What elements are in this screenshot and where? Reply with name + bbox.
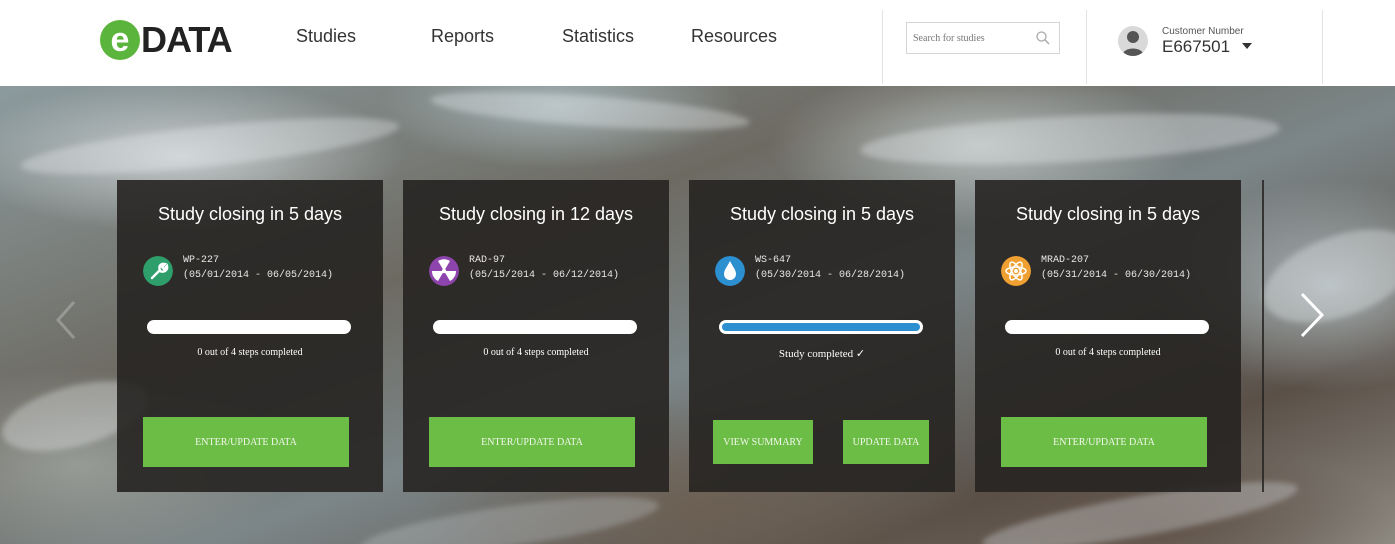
study-id: RAD-97 [469, 255, 506, 266]
enter-update-data-button[interactable]: ENTER/UPDATE DATA [1001, 417, 1207, 467]
header-divider [1086, 10, 1087, 84]
water-drop-icon [715, 256, 745, 286]
nav-resources[interactable]: Resources [691, 26, 777, 47]
study-card: Study closing in 5 days WP-227 (05/01/20… [117, 180, 383, 492]
study-id: WP-227 [183, 255, 220, 266]
search-icon[interactable] [1035, 30, 1051, 46]
progress-bar [147, 320, 351, 334]
header-divider [882, 10, 883, 84]
next-card-edge [1262, 180, 1264, 492]
edata-logo[interactable]: e DATA [100, 18, 233, 62]
caret-down-icon[interactable] [1242, 43, 1252, 49]
background-streak [18, 106, 402, 186]
progress-fill [722, 323, 920, 331]
study-dates: (05/30/2014 - 06/28/2014) [755, 270, 906, 281]
progress-bar [1005, 320, 1209, 334]
wrench-icon [143, 256, 173, 286]
carousel-prev-arrow-icon[interactable] [54, 300, 78, 340]
steps-status: 0 out of 4 steps completed [1055, 347, 1161, 358]
nav-studies[interactable]: Studies [296, 26, 356, 47]
customer-number-label: Customer Number [1162, 26, 1244, 37]
enter-update-data-button[interactable]: ENTER/UPDATE DATA [429, 417, 635, 467]
study-id: MRAD-207 [1041, 255, 1090, 266]
top-header: e DATA Studies Reports Statistics Resour… [0, 0, 1395, 87]
card-title: Study closing in 5 days [1015, 204, 1201, 224]
progress-bar [719, 320, 923, 334]
header-divider [1322, 10, 1323, 84]
nav-reports[interactable]: Reports [431, 26, 494, 47]
nav-statistics[interactable]: Statistics [562, 26, 634, 47]
steps-status: 0 out of 4 steps completed [197, 347, 303, 358]
logo-e-badge: e [100, 20, 140, 60]
steps-status: Study completed ✓ [778, 348, 866, 360]
study-card: Study closing in 5 days WS-647 (05/30/20… [689, 180, 955, 492]
background-streak [859, 105, 1281, 173]
card-title: Study closing in 5 days [729, 204, 915, 224]
progress-bar [433, 320, 637, 334]
background-streak [429, 86, 751, 138]
update-data-button[interactable]: UPDATE DATA [843, 420, 929, 464]
study-card: Study closing in 5 days MRAD-207 (05/31/… [975, 180, 1241, 492]
study-id: WS-647 [755, 255, 792, 266]
study-dates: (05/15/2014 - 06/12/2014) [469, 270, 620, 281]
card-title: Study closing in 5 days [157, 204, 343, 224]
study-dates: (05/01/2014 - 06/05/2014) [183, 270, 334, 281]
background-streak [358, 485, 662, 544]
atom-icon [1001, 256, 1031, 286]
steps-status: 0 out of 4 steps completed [483, 347, 589, 358]
search-input[interactable] [913, 29, 1031, 47]
carousel-next-arrow-icon[interactable] [1296, 290, 1326, 340]
study-dates: (05/31/2014 - 06/30/2014) [1041, 270, 1192, 281]
search-box[interactable] [906, 22, 1060, 54]
customer-number-value[interactable]: E667501 [1162, 37, 1230, 57]
enter-update-data-button[interactable]: ENTER/UPDATE DATA [143, 417, 349, 467]
logo-text: DATA [141, 19, 233, 60]
card-title: Study closing in 12 days [438, 204, 634, 224]
view-summary-button[interactable]: VIEW SUMMARY [713, 420, 813, 464]
radiation-icon [429, 256, 459, 286]
study-card: Study closing in 12 days RAD-97 (05/15/2… [403, 180, 669, 492]
hero-banner: Study closing in 5 days WP-227 (05/01/20… [0, 86, 1395, 544]
user-icon[interactable] [1118, 26, 1148, 56]
